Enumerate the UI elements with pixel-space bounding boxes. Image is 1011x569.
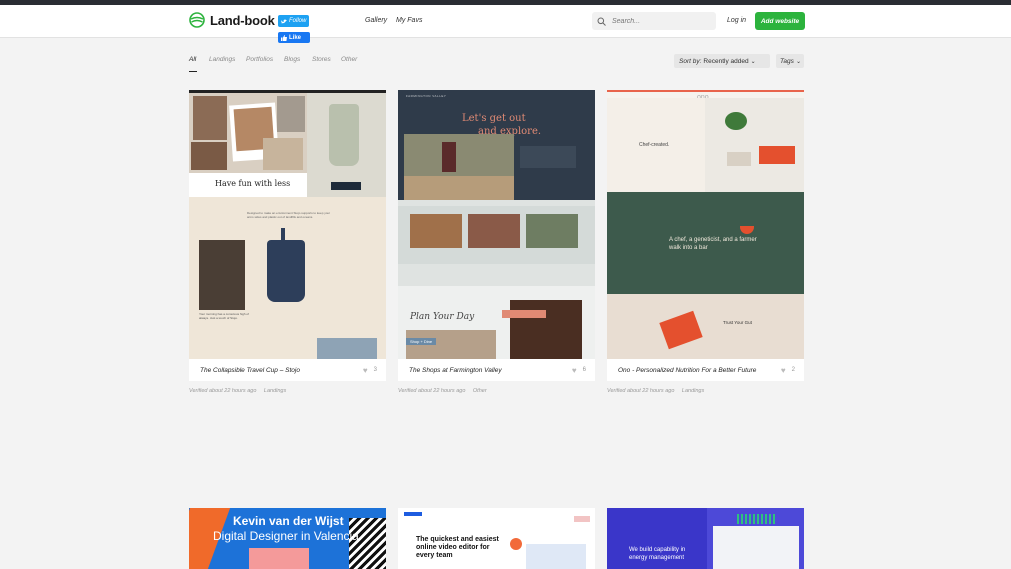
facebook-like-label: Like [289,34,302,41]
filter-blogs[interactable]: Blogs [284,56,300,63]
card-title[interactable]: Ono - Personalized Nutrition For a Bette… [618,367,781,374]
login-link[interactable]: Log in [727,17,746,24]
facebook-like-button[interactable]: Like [278,32,310,43]
card-meta: Verified about 22 hours ago Other [398,388,493,394]
thumb-tag: Shop + Dine [406,338,437,345]
like-count: 6 [582,367,586,373]
logo-icon [189,12,205,28]
site-thumbnail[interactable]: FARMINGTON VALLEY Let's get out and expl… [398,90,595,359]
like-count: 2 [791,367,795,373]
site-thumbnail[interactable]: ono Chef-created. A chef, a geneticist, … [607,90,804,359]
like-count: 3 [373,367,377,373]
twitter-follow-label: Follow [289,18,307,24]
social-buttons: Follow Like [278,15,310,43]
thumb-bottom-headline: Trust Your Gut [723,320,752,325]
site-card[interactable]: ono Chef-created. A chef, a geneticist, … [607,90,804,381]
sort-dropdown[interactable]: Sort by: Recently added ⌄ [674,54,770,68]
card-meta: Verified about 22 hours ago Landings [189,388,292,394]
search-box [592,12,716,30]
sort-label: Sort by: [679,57,702,65]
category-link[interactable]: Other [473,388,487,394]
thumb-bottom-headline: Plan Your Day [410,312,475,322]
thumb-small-text: Chef-created. [639,142,670,148]
search-input[interactable] [612,17,708,25]
site-card[interactable]: Kevin van der Wijst Digital Designer in … [189,508,386,569]
site-card[interactable]: Have fun with less Designed to make an e… [189,90,386,381]
tags-label: Tags [780,57,794,65]
card-footer: The Shops at Farmington Valley ♥ 6 [398,359,595,381]
filter-portfolios[interactable]: Portfolios [246,56,273,63]
chevron-down-icon: ⌄ [795,58,801,65]
twitter-icon [281,19,287,23]
thumb-headline: We build capability in energy management [629,547,686,561]
heart-icon[interactable]: ♥ [363,366,368,375]
chevron-down-icon: ⌄ [750,58,756,65]
logo[interactable]: Land-book [189,12,275,28]
twitter-follow-button[interactable]: Follow [278,15,309,27]
site-thumbnail[interactable]: Have fun with less Designed to make an e… [189,90,386,359]
filter-stores[interactable]: Stores [312,56,331,63]
heart-icon[interactable]: ♥ [572,366,577,375]
card-title[interactable]: The Shops at Farmington Valley [409,367,572,374]
verified-text: Verified about 22 hours ago [189,388,257,394]
site-card[interactable]: FARMINGTON VALLEY Let's get out and expl… [398,90,595,381]
nav-gallery[interactable]: Gallery [365,17,387,24]
category-link[interactable]: Landings [264,388,286,394]
thumb-headline: A chef, a geneticist, and a farmer walk … [669,237,757,251]
heart-icon[interactable]: ♥ [781,366,786,375]
filter-other[interactable]: Other [341,56,357,63]
sort-value: Recently added [703,57,749,65]
thumbs-up-icon [281,34,287,41]
card-footer: The Collapsible Travel Cup – Stojo ♥ 3 [189,359,386,381]
site-card[interactable]: We build capability in energy management [607,508,804,569]
search-icon [597,17,606,26]
verified-text: Verified about 22 hours ago [607,388,675,394]
thumb-brand: FARMINGTON VALLEY [406,94,447,98]
verified-text: Verified about 22 hours ago [398,388,466,394]
card-title[interactable]: The Collapsible Travel Cup – Stojo [200,367,363,374]
add-website-button[interactable]: Add website [755,12,805,30]
logo-text: Land-book [210,12,275,28]
thumb-line-1: Kevin van der Wijst [233,514,344,528]
tags-dropdown[interactable]: Tags ⌄ [776,54,804,68]
thumb-body: Designed to make an environment Stojo su… [247,211,331,219]
thumb-line-2: Digital Designer in Valencia [213,529,359,543]
site-header: Land-book Follow Like Gallery My Favs Lo… [0,5,1011,43]
site-card[interactable]: The quickest and easiest online video ed… [398,508,595,569]
thumb-caption: Your morning has a conscious high of alw… [199,312,249,320]
thumb-headline: Have fun with less [215,179,291,188]
active-filter-underline [189,71,197,72]
thumb-headline-1: Let's get out [462,113,526,124]
card-meta: Verified about 22 hours ago Landings [607,388,710,394]
category-link[interactable]: Landings [682,388,704,394]
nav-my-favs[interactable]: My Favs [396,17,422,24]
thumb-headline: The quickest and easiest online video ed… [416,536,499,559]
filter-all[interactable]: All [189,56,196,63]
filter-landings[interactable]: Landings [209,56,235,63]
card-footer: Ono - Personalized Nutrition For a Bette… [607,359,804,381]
